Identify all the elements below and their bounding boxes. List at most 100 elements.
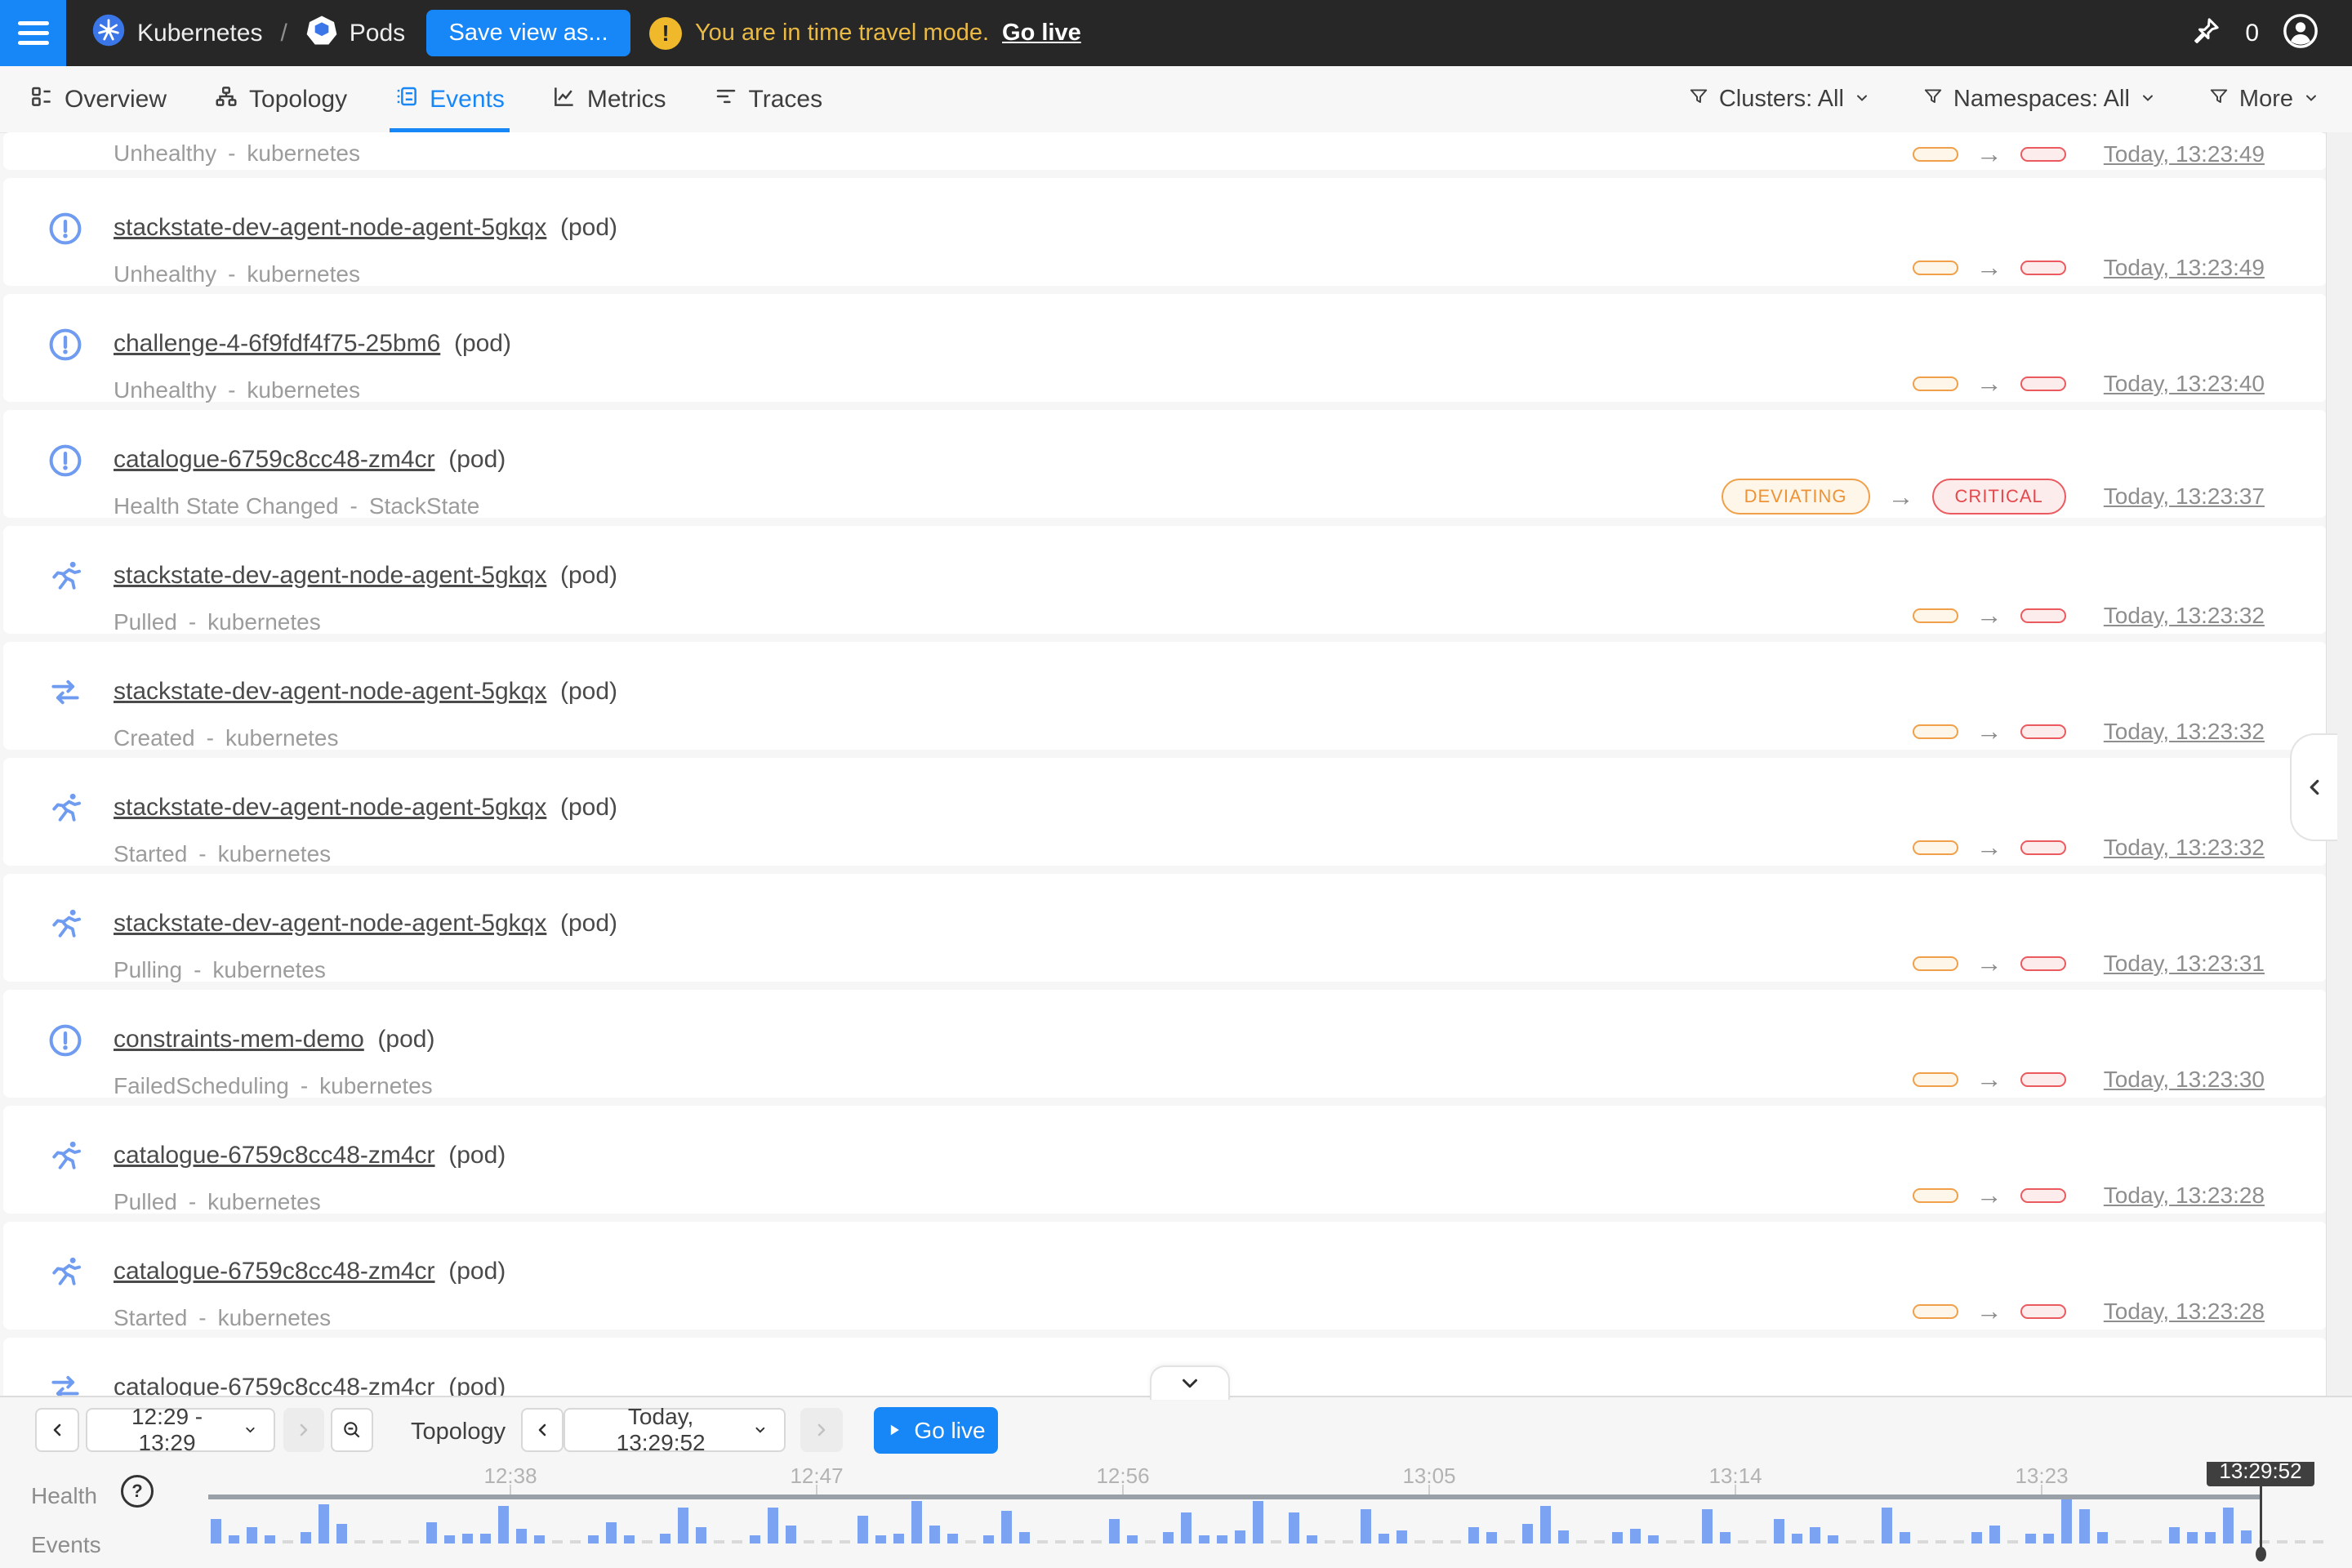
arrow-right-icon: → [1976, 139, 2002, 169]
event-gap-dash [1846, 1540, 1856, 1544]
range-prev-button[interactable] [35, 1408, 79, 1452]
event-bar [1217, 1535, 1227, 1544]
event-bar [1792, 1534, 1802, 1544]
save-view-as-button[interactable]: Save view as... [426, 10, 630, 56]
runner-event-icon [47, 1254, 83, 1290]
go-live-link[interactable]: Go live [1002, 20, 1081, 47]
range-next-button[interactable] [283, 1408, 324, 1452]
event-row[interactable]: stackstate-dev-agent-node-agent-5gkqx (p… [3, 758, 2327, 866]
time-range-dropdown[interactable]: 12:29 - 13:29 [86, 1408, 275, 1452]
topology-time-prev-button[interactable] [521, 1408, 564, 1452]
health-badge-critical [2020, 724, 2066, 739]
event-timestamp-link[interactable]: Today, 13:23:32 [2104, 719, 2265, 745]
event-entity-link[interactable]: constraints-mem-demo [114, 1026, 364, 1053]
event-row[interactable]: Unhealthy-kubernetes → Today, 13:23:49 [3, 132, 2327, 170]
health-badge-critical [2020, 376, 2066, 391]
event-bar [301, 1532, 311, 1544]
event-gap-dash [2295, 1540, 2305, 1544]
event-timestamp-link[interactable]: Today, 13:23:49 [2104, 141, 2265, 167]
event-bar [1540, 1506, 1551, 1544]
event-bar [462, 1534, 473, 1544]
event-entity-link[interactable]: catalogue-6759c8cc48-zm4cr [114, 1258, 435, 1285]
event-row-right: → Today, 13:23:28 [1913, 1180, 2265, 1210]
pin-icon[interactable] [2189, 15, 2222, 51]
go-live-button[interactable]: Go live [874, 1407, 998, 1454]
event-timestamp-link[interactable]: Today, 13:23:37 [2104, 483, 2265, 510]
event-row[interactable]: stackstate-dev-agent-node-agent-5gkqx (p… [3, 642, 2327, 750]
event-entity-link[interactable]: catalogue-6759c8cc48-zm4cr [114, 446, 435, 473]
breadcrumb-app[interactable]: Kubernetes [137, 20, 262, 47]
event-entity-kind: (pod) [546, 678, 617, 705]
event-row[interactable]: constraints-mem-demo (pod) FailedSchedul… [3, 990, 2327, 1098]
event-entity-link[interactable]: stackstate-dev-agent-node-agent-5gkqx [114, 678, 546, 705]
event-entity-link[interactable]: challenge-4-6f9fdf4f75-25bm6 [114, 330, 440, 357]
health-badge-deviating [1913, 376, 1958, 391]
event-timestamp-link[interactable]: Today, 13:23:49 [2104, 255, 2265, 281]
event-gap-dash [714, 1540, 724, 1544]
event-timestamp-link[interactable]: Today, 13:23:28 [2104, 1298, 2265, 1325]
tab-events[interactable]: Events [394, 66, 505, 132]
event-row[interactable]: stackstate-dev-agent-node-agent-5gkqx (p… [3, 874, 2327, 982]
event-bar [1001, 1511, 1012, 1544]
events-icon [394, 84, 419, 115]
topology-time-dropdown[interactable]: Today, 13:29:52 [564, 1408, 786, 1452]
tab-metrics[interactable]: Metrics [552, 66, 666, 132]
time-cursor-line[interactable] [2260, 1486, 2262, 1550]
more-filters[interactable]: More [2208, 86, 2319, 114]
event-timestamp-link[interactable]: Today, 13:23:40 [2104, 371, 2265, 397]
filter-label: More [2239, 86, 2293, 113]
event-timestamp-link[interactable]: Today, 13:23:31 [2104, 951, 2265, 977]
event-timestamp-link[interactable]: Today, 13:23:32 [2104, 603, 2265, 629]
topology-time-next-button[interactable] [800, 1408, 843, 1452]
expand-timeline-button[interactable] [1150, 1365, 1230, 1400]
health-badge-critical [2020, 1188, 2066, 1203]
zoom-out-button[interactable] [331, 1408, 373, 1452]
event-timestamp-link[interactable]: Today, 13:23:28 [2104, 1183, 2265, 1209]
event-row[interactable]: stackstate-dev-agent-node-agent-5gkqx (p… [3, 178, 2327, 286]
event-row[interactable]: stackstate-dev-agent-node-agent-5gkqx (p… [3, 526, 2327, 634]
event-bar [516, 1529, 527, 1544]
event-entity-link[interactable]: stackstate-dev-agent-node-agent-5gkqx [114, 214, 546, 241]
event-gap-dash [1504, 1540, 1515, 1544]
event-entity-link[interactable]: stackstate-dev-agent-node-agent-5gkqx [114, 910, 546, 937]
go-live-button-label: Go live [914, 1418, 985, 1444]
clusters-filter[interactable]: Clusters: All [1688, 86, 1870, 114]
event-row[interactable]: catalogue-6759c8cc48-zm4cr (pod) Pulled-… [3, 1106, 2327, 1214]
event-bar [768, 1508, 778, 1544]
event-bar [911, 1501, 922, 1544]
event-gap-dash [408, 1540, 419, 1544]
tab-overview[interactable]: Overview [29, 66, 167, 132]
event-bar [786, 1526, 796, 1544]
event-gap-dash [2007, 1540, 2018, 1544]
arrow-right-icon: → [1976, 368, 2002, 399]
event-row[interactable]: challenge-4-6f9fdf4f75-25bm6 (pod) Unhea… [3, 294, 2327, 402]
health-transition: → [1913, 948, 2066, 978]
event-bar [2205, 1532, 2216, 1544]
tab-traces[interactable]: Traces [714, 66, 823, 132]
event-entity-link[interactable]: stackstate-dev-agent-node-agent-5gkqx [114, 794, 546, 821]
user-avatar-icon[interactable] [2282, 12, 2319, 54]
namespaces-filter[interactable]: Namespaces: All [1922, 86, 2156, 114]
warning-text: You are in time travel mode. [695, 20, 989, 47]
event-row[interactable]: catalogue-6759c8cc48-zm4cr (pod) Started… [3, 1222, 2327, 1330]
event-entity-link[interactable]: catalogue-6759c8cc48-zm4cr [114, 1142, 435, 1169]
chevron-down-icon [1854, 86, 1870, 113]
event-timestamp-link[interactable]: Today, 13:23:30 [2104, 1067, 2265, 1093]
health-badge-deviating [1913, 840, 1958, 855]
breadcrumb-page[interactable]: Pods [350, 20, 405, 47]
event-bar [229, 1535, 239, 1544]
event-bar [1019, 1532, 1030, 1544]
time-cursor-handle[interactable] [2256, 1547, 2266, 1561]
event-timestamp-link[interactable]: Today, 13:23:32 [2104, 835, 2265, 861]
event-bar [1989, 1526, 2000, 1544]
event-row-right: → Today, 13:23:32 [1913, 832, 2265, 862]
event-entity-link[interactable]: catalogue-6759c8cc48-zm4cr [114, 1374, 435, 1396]
tab-topology[interactable]: Topology [214, 66, 347, 132]
panel-collapse-handle[interactable] [2290, 733, 2337, 841]
event-entity-kind: (pod) [435, 1374, 506, 1396]
health-badge-deviating [1913, 608, 1958, 623]
events-histogram[interactable] [0, 1460, 2352, 1544]
event-row[interactable]: catalogue-6759c8cc48-zm4cr (pod) Health … [3, 410, 2327, 518]
event-entity-link[interactable]: stackstate-dev-agent-node-agent-5gkqx [114, 562, 546, 589]
main-menu-button[interactable] [0, 0, 66, 66]
